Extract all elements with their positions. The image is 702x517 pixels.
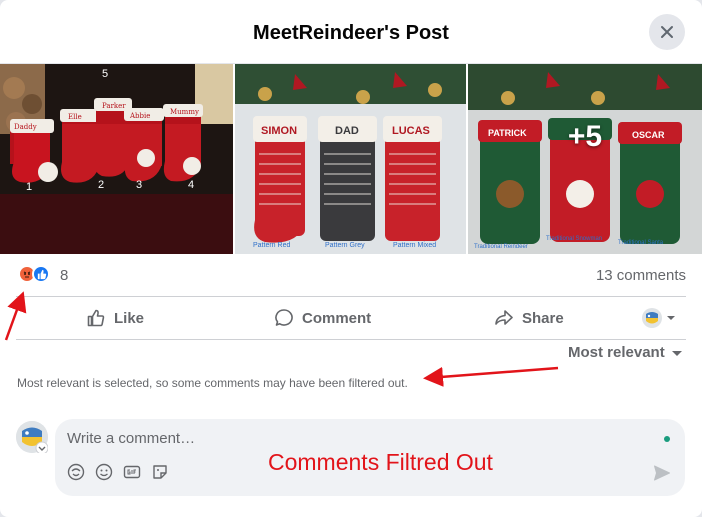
reaction-icons[interactable]: [18, 265, 50, 283]
sticker-button[interactable]: [151, 463, 169, 481]
avatar-sticker-icon: [67, 463, 85, 481]
stocking-label-5: Mummy: [170, 108, 199, 116]
like-button[interactable]: Like: [86, 297, 144, 339]
comment-input[interactable]: Write a comment…: [67, 430, 195, 447]
page-title: MeetReindeer's Post: [253, 22, 449, 44]
like-reaction-icon: [32, 265, 50, 283]
action-bar: Like Comment Share: [16, 296, 686, 340]
avatar[interactable]: [16, 421, 49, 455]
stocking-number-4: 4: [188, 179, 194, 191]
photo-gallery: Daddy Elle Parker Abbie Mummy 5 1 2 3 4: [0, 64, 702, 254]
status-dot: [664, 436, 670, 442]
gif-icon: [123, 465, 141, 479]
share-label: Share: [522, 309, 564, 327]
reactions-summary: 8 13 comments: [16, 262, 686, 288]
stocking-label-2: Elle: [68, 113, 82, 121]
share-arrow-icon: [495, 310, 513, 325]
avatar-sticker-button[interactable]: [67, 463, 85, 481]
post-modal: MeetReindeer's Post Daddy Elle Parker Ab…: [0, 0, 702, 517]
close-icon: [661, 26, 673, 38]
comment-sort-dropdown[interactable]: Most relevant: [568, 344, 683, 361]
comment-button[interactable]: Comment: [274, 297, 371, 339]
annotation-text: Comments Filtred Out: [268, 449, 493, 475]
sticker-icon: [153, 465, 167, 479]
filter-notice: Most relevant is selected, so some comme…: [17, 376, 408, 390]
reaction-identity-selector[interactable]: [642, 297, 676, 339]
caret-down-icon: [667, 316, 675, 320]
annotation-arrow-notice: [423, 366, 559, 387]
share-button[interactable]: Share: [494, 297, 564, 339]
pattern-caption-3: Pattern Mixed: [393, 242, 436, 249]
stocking-label-1: Daddy: [14, 123, 37, 131]
stocking-number-5: 5: [102, 68, 108, 80]
emoji-button[interactable]: [95, 463, 113, 481]
send-button[interactable]: [653, 464, 671, 487]
modal-header: MeetReindeer's Post: [0, 0, 702, 64]
pattern-caption-2: Pattern Grey: [325, 242, 365, 249]
gif-button[interactable]: [123, 463, 141, 481]
sort-label: Most relevant: [568, 344, 665, 361]
comment-label: Comment: [302, 309, 372, 327]
thumbs-up-icon: [87, 309, 105, 327]
send-icon: [654, 465, 670, 481]
profile-avatar-icon: [642, 308, 662, 328]
emoji-icon: [95, 463, 113, 481]
photo-2[interactable]: SIMON DAD LUCAS Pattern Red Pattern Grey…: [235, 64, 466, 254]
caret-down-icon: [671, 350, 682, 356]
stocking-number-2: 2: [98, 179, 104, 191]
pattern-caption-1: Pattern Red: [253, 242, 290, 249]
stocking-number-3: 3: [136, 179, 142, 191]
comment-bubble-icon: [275, 309, 293, 326]
reaction-count[interactable]: 8: [60, 267, 68, 284]
composer-tools: [67, 463, 169, 481]
stocking-label-lucas: LUCAS: [392, 125, 430, 137]
comments-count-link[interactable]: 13 comments: [596, 267, 686, 284]
stocking-label-dad: DAD: [335, 125, 359, 137]
like-label: Like: [114, 309, 145, 327]
close-button[interactable]: [649, 14, 685, 50]
photo-1[interactable]: Daddy Elle Parker Abbie Mummy 5 1 2 3 4: [0, 64, 233, 254]
stocking-label-4: Abbie: [129, 112, 150, 120]
stocking-label-simon: SIMON: [261, 125, 297, 137]
photo-3[interactable]: PATRICK OSCAR Traditional Reindeer Tradi…: [468, 64, 702, 254]
stocking-number-1: 1: [26, 181, 32, 193]
more-photos-overlay[interactable]: +5: [468, 64, 702, 254]
stocking-label-3: Parker: [102, 102, 126, 110]
